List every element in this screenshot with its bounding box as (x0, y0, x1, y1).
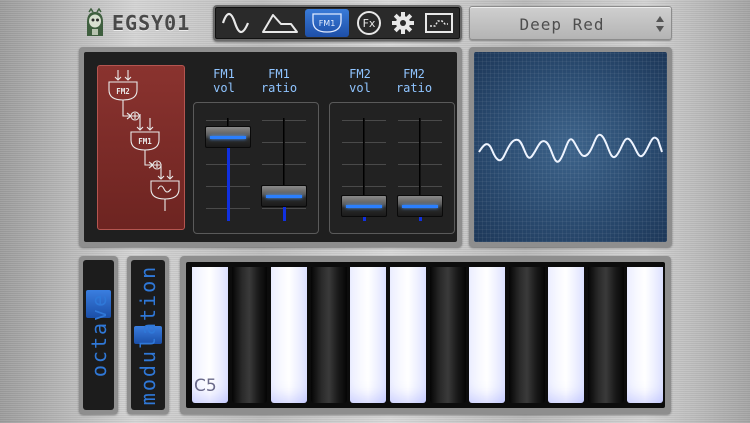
piano-key-a-sharp[interactable] (588, 267, 624, 403)
fm1-ratio-header: FM1 ratio (254, 67, 304, 95)
fm2-ratio-subtitle: ratio (395, 81, 433, 95)
piano-key-c-sharp[interactable] (232, 267, 267, 403)
algorithm-diagram: FM2 FM1 (97, 65, 185, 230)
sine-wave-icon (221, 12, 250, 34)
app-logo: EGSY01 (82, 8, 206, 38)
keyboard-start-note: C5 (194, 376, 217, 396)
preset-selector[interactable]: Deep Red (469, 6, 672, 40)
modulation-label: modulation (136, 264, 160, 406)
tab-envelope[interactable] (259, 9, 301, 37)
modulation-control[interactable]: modulation (127, 256, 169, 414)
piano-key-f-sharp[interactable] (430, 267, 466, 403)
piano-key-b[interactable] (627, 267, 663, 403)
fm1-slider-group (193, 102, 319, 234)
octave-control[interactable]: octave (79, 256, 118, 414)
slider-fill (419, 217, 422, 221)
piano-key-d-sharp[interactable] (311, 267, 347, 403)
fm1-ratio-title: FM1 (268, 67, 290, 81)
modulation-strip[interactable]: modulation (131, 260, 165, 410)
algorithm-op-fm2: FM2 (116, 87, 130, 96)
envelope-icon (262, 14, 298, 33)
oscilloscope-panel (469, 47, 672, 247)
fm1-vol-subtitle: vol (213, 81, 235, 95)
waveform-trace (478, 133, 663, 163)
piano-key-g[interactable] (469, 267, 505, 403)
fm2-ratio-slider[interactable] (330, 103, 454, 233)
tab-waveform[interactable] (219, 9, 253, 37)
settings-button[interactable] (388, 9, 418, 37)
algorithm-graph: FM2 FM1 (108, 70, 180, 211)
gear-icon (392, 12, 414, 34)
fm2-ratio-title: FM2 (403, 67, 425, 81)
fm2-slider-group (329, 102, 455, 234)
piano-key-f[interactable] (390, 267, 426, 403)
algorithm-op-fm1: FM1 (138, 137, 152, 146)
octave-label: octave (86, 292, 111, 378)
slider-knob[interactable] (261, 185, 307, 208)
updown-arrows-icon (656, 16, 664, 32)
tab-fx[interactable]: Fx (353, 9, 385, 37)
fm1-vol-title: FM1 (213, 67, 235, 81)
octave-strip[interactable]: octave (83, 260, 114, 410)
fm2-vol-title: FM2 (349, 67, 371, 81)
toolbar: FM1 Fx (213, 5, 462, 41)
piano-key-d[interactable] (271, 267, 307, 403)
fm-panel-inner: FM2 FM1 FM1 vol FM1 ratio FM2 vol FM2 ra… (84, 52, 457, 242)
display-icon (425, 13, 453, 33)
piano-key-e[interactable] (350, 267, 386, 403)
fm1-ratio-subtitle: ratio (260, 81, 298, 95)
app-title: EGSY01 (112, 11, 191, 35)
fm2-ratio-header: FM2 ratio (389, 67, 439, 95)
fm-panel: FM2 FM1 FM1 vol FM1 ratio FM2 vol FM2 ra… (79, 47, 462, 247)
piano-keyboard[interactable]: C5 (186, 262, 665, 408)
slider-fill (283, 207, 286, 221)
tab-fx-label: Fx (362, 16, 376, 30)
fm1-ratio-slider[interactable] (194, 103, 318, 233)
tab-display[interactable] (422, 9, 456, 37)
piano-key-g-sharp[interactable] (509, 267, 545, 403)
keyboard-panel: C5 (180, 256, 671, 414)
preset-name: Deep Red (519, 15, 605, 34)
oscilloscope-display (474, 52, 667, 242)
fm2-vol-subtitle: vol (349, 81, 371, 95)
slider-knob[interactable] (397, 195, 443, 217)
robot-logo-icon (87, 8, 103, 36)
fm1-vol-header: FM1 vol (199, 67, 249, 95)
tab-fm1[interactable]: FM1 (305, 9, 349, 37)
fm2-vol-header: FM2 vol (335, 67, 385, 95)
tab-fm1-label: FM1 (318, 18, 336, 28)
piano-key-a[interactable] (548, 267, 584, 403)
